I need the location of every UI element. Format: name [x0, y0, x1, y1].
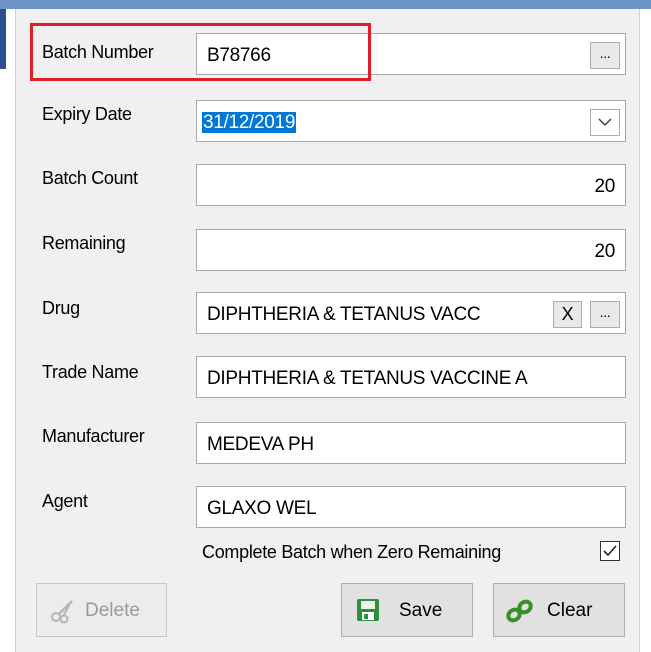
- remaining-input[interactable]: 20: [196, 229, 626, 271]
- window-side-strip: [0, 9, 6, 69]
- agent-input[interactable]: GLAXO WEL: [196, 486, 626, 528]
- save-button[interactable]: Save: [341, 583, 473, 637]
- trade-name-value: DIPHTHERIA & TETANUS VACCINE A: [207, 368, 528, 389]
- window-title-bar: [0, 0, 651, 9]
- batch-count-label: Batch Count: [42, 168, 138, 188]
- batch-count-value: 20: [594, 176, 615, 197]
- broken-chain-icon: [506, 599, 533, 623]
- chevron-down-icon: [598, 118, 612, 127]
- remaining-value: 20: [594, 241, 615, 262]
- remaining-label: Remaining: [42, 233, 126, 253]
- highlight-annotation: [30, 23, 371, 81]
- complete-batch-checkbox[interactable]: [600, 541, 620, 561]
- save-button-label: Save: [399, 600, 443, 621]
- drug-input[interactable]: DIPHTHERIA & TETANUS VACC X ...: [196, 292, 626, 334]
- delete-button[interactable]: Delete: [36, 583, 167, 637]
- drug-label: Drug: [42, 298, 80, 318]
- expiry-date-picker[interactable]: 31/12/2019: [196, 100, 626, 142]
- complete-batch-label: Complete Batch when Zero Remaining: [202, 542, 501, 562]
- drug-clear-button[interactable]: X: [553, 301, 582, 328]
- batch-count-input[interactable]: 20: [196, 164, 626, 206]
- batch-number-browse-button[interactable]: ...: [590, 42, 620, 69]
- agent-label: Agent: [42, 491, 88, 511]
- manufacturer-input[interactable]: MEDEVA PH: [196, 422, 626, 464]
- checkmark-icon: [603, 545, 617, 557]
- scissors-icon: [51, 600, 73, 624]
- agent-value: GLAXO WEL: [207, 498, 317, 519]
- drug-browse-button[interactable]: ...: [590, 301, 620, 328]
- expiry-date-dropdown-button[interactable]: [590, 109, 620, 136]
- drug-value: DIPHTHERIA & TETANUS VACC: [207, 304, 481, 325]
- trade-name-label: Trade Name: [42, 362, 139, 382]
- manufacturer-value: MEDEVA PH: [207, 434, 314, 455]
- clear-button[interactable]: Clear: [493, 583, 625, 637]
- manufacturer-label: Manufacturer: [42, 426, 145, 446]
- trade-name-input[interactable]: DIPHTHERIA & TETANUS VACCINE A: [196, 356, 626, 398]
- clear-button-label: Clear: [547, 600, 593, 621]
- floppy-disk-icon: [357, 599, 379, 621]
- expiry-date-value: 31/12/2019: [202, 112, 297, 133]
- delete-button-label: Delete: [85, 600, 140, 621]
- expiry-date-label: Expiry Date: [42, 104, 132, 124]
